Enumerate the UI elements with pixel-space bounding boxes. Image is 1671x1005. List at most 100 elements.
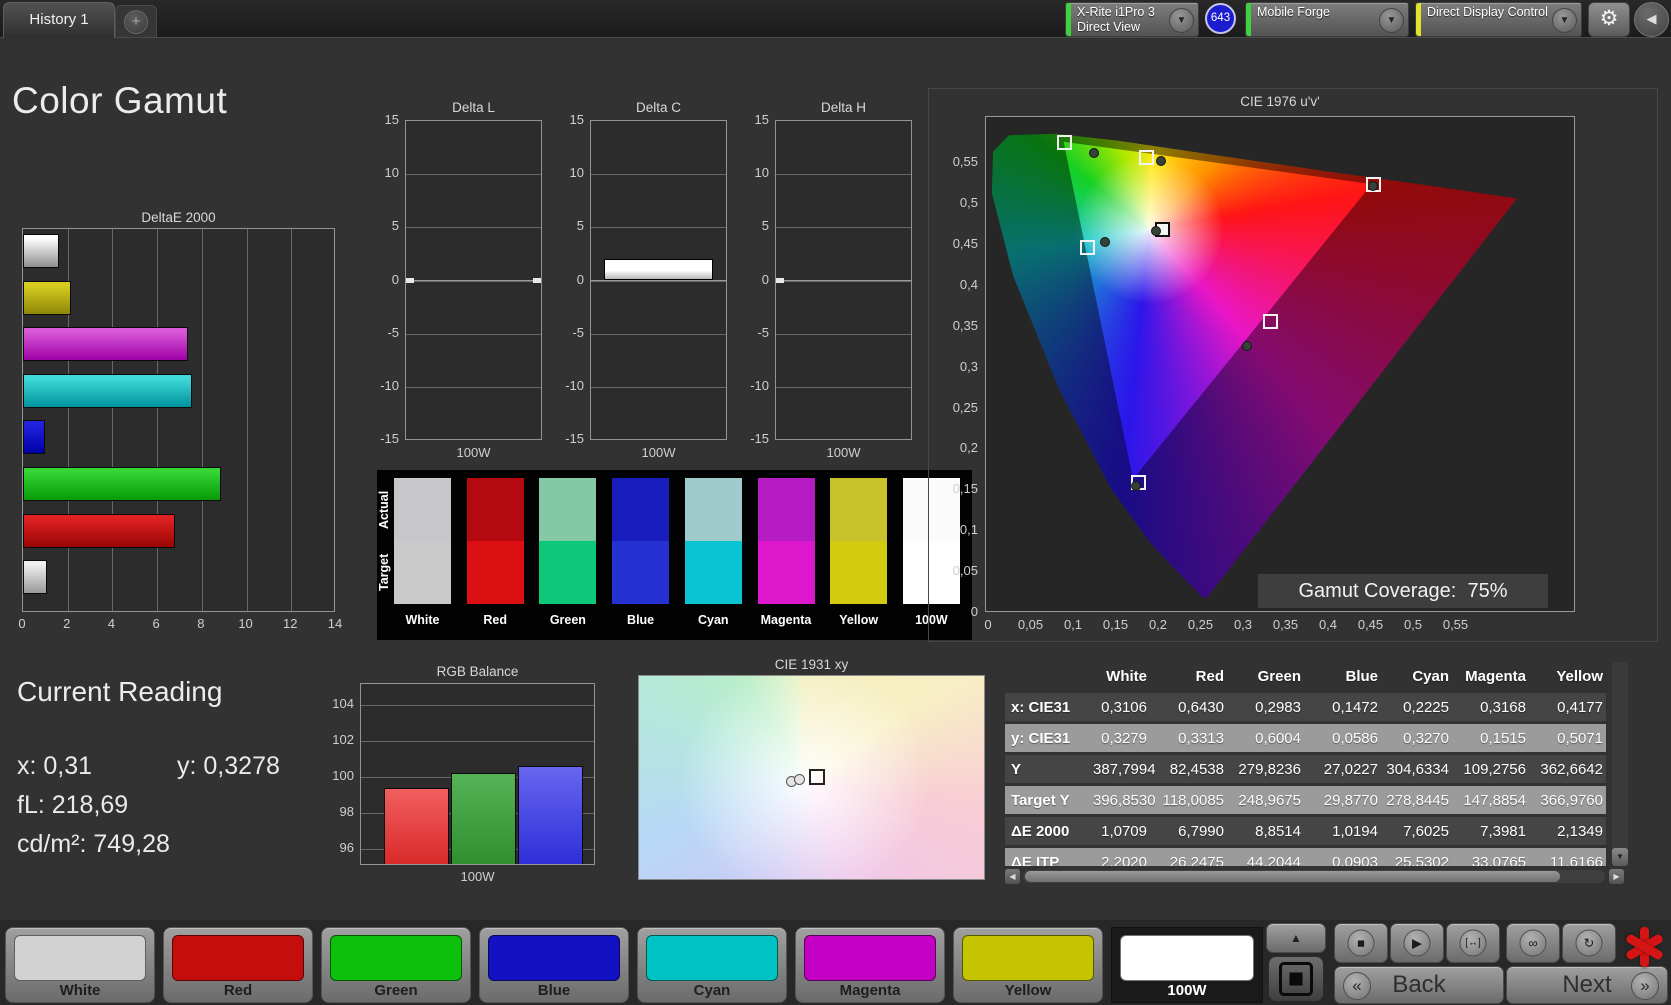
- scroll-down-icon[interactable]: ▼: [1612, 848, 1628, 866]
- cie-y-tick: 0,25: [930, 400, 978, 415]
- pattern-swatch: [962, 935, 1094, 981]
- swatch-actual-green: [539, 478, 596, 541]
- add-tab-button[interactable]: +: [115, 5, 157, 37]
- swatch-column-label: Cyan: [677, 613, 749, 627]
- cie-x-tick: 0,55: [1434, 617, 1478, 632]
- gridline: [591, 227, 726, 228]
- table-row: Target Y396,8530118,0085248,967529,87702…: [1005, 786, 1606, 814]
- table-cell: 109,2756: [1452, 761, 1529, 778]
- stop-square-icon: [1279, 962, 1313, 996]
- table-cell: 0,2983: [1227, 699, 1304, 716]
- next-chevrons-icon: »: [1631, 972, 1659, 1000]
- cie-x-tick: 0,1: [1051, 617, 1095, 632]
- scroll-left-icon[interactable]: ◀: [1005, 869, 1020, 884]
- chevron-down-icon[interactable]: ▼: [1552, 8, 1577, 33]
- collapse-left-icon[interactable]: ◀: [1634, 2, 1669, 37]
- target-row-label: Target: [377, 541, 393, 604]
- table-row: ΔE 20001,07096,79908,85141,01947,60257,3…: [1005, 817, 1606, 845]
- rgb-balance-category: 100W: [360, 869, 595, 884]
- scrollbar-thumb[interactable]: [1025, 871, 1560, 882]
- actual-row-label: Actual: [377, 478, 393, 541]
- display-control-dropdown[interactable]: Direct Display Control ▼: [1415, 2, 1582, 37]
- transport-refresh-button[interactable]: ↻: [1562, 923, 1616, 963]
- chevron-down-icon[interactable]: ▼: [1169, 8, 1194, 33]
- transport-step-button[interactable]: [↔]: [1446, 923, 1500, 963]
- chevron-down-icon[interactable]: ▼: [1379, 8, 1404, 33]
- cie-x-tick: 0: [966, 617, 1010, 632]
- table-row-label: Y: [1005, 761, 1093, 778]
- table-cell: 7,3981: [1452, 823, 1529, 840]
- tab-history[interactable]: History 1: [3, 2, 115, 38]
- delta-y-tick: 5: [733, 218, 769, 233]
- pattern-label: Red: [164, 982, 312, 999]
- swatch-target-cyan: [685, 541, 742, 604]
- pattern-button-white[interactable]: White: [5, 927, 155, 1003]
- table-cell: 0,3313: [1150, 730, 1227, 747]
- pattern-button-100w[interactable]: 100W: [1111, 927, 1263, 1003]
- recording-asterisk-icon: [1622, 925, 1666, 969]
- rgb-balance-chart: [360, 683, 595, 865]
- swatch-target-green: [539, 541, 596, 604]
- transport-play-button[interactable]: ▶: [1390, 923, 1444, 963]
- zero-mark: [406, 278, 414, 283]
- table-cell: 396,8530: [1093, 792, 1150, 809]
- pattern-button-green[interactable]: Green: [321, 927, 471, 1003]
- cie-y-tick: 0,3: [930, 359, 978, 374]
- scroll-right-icon[interactable]: ▶: [1609, 869, 1624, 884]
- pattern-window-up-button[interactable]: ▲: [1266, 923, 1326, 953]
- current-reading-title: Current Reading: [17, 676, 222, 708]
- transport-infinity-button[interactable]: ∞: [1506, 923, 1560, 963]
- table-cell: 0,3270: [1381, 730, 1452, 747]
- table-cell: 44,2044: [1227, 854, 1304, 867]
- cie-y-tick: 0,35: [930, 318, 978, 333]
- meter-name: X-Rite i1Pro 3: [1077, 5, 1155, 19]
- rgb-y-tick: 104: [318, 696, 354, 711]
- pattern-button-cyan[interactable]: Cyan: [637, 927, 787, 1003]
- meter-count-badge: 643: [1205, 3, 1236, 34]
- table-cell: 27,0227: [1304, 761, 1381, 778]
- table-column-header: White: [1093, 668, 1150, 685]
- swatch-column-label: White: [387, 613, 459, 627]
- delta-y-tick: 15: [363, 112, 399, 127]
- pattern-label: Magenta: [796, 982, 944, 999]
- source-status-stripe: [1246, 3, 1251, 36]
- deltae-x-tick: 6: [141, 616, 171, 631]
- delta-y-tick: -15: [733, 431, 769, 446]
- next-button[interactable]: Next »: [1506, 966, 1668, 1004]
- rgb-y-tick: 100: [318, 768, 354, 783]
- meter-status-stripe: [1066, 3, 1071, 36]
- table-row: x: CIE310,31060,64300,29830,14720,22250,…: [1005, 693, 1606, 721]
- source-dropdown[interactable]: Mobile Forge ▼: [1245, 2, 1409, 37]
- transport-stop-button[interactable]: ■: [1334, 923, 1388, 963]
- swatch-target-blue: [612, 541, 669, 604]
- swatch-actual-magenta: [758, 478, 815, 541]
- pattern-stop-button[interactable]: [1268, 956, 1324, 1002]
- pattern-button-magenta[interactable]: Magenta: [795, 927, 945, 1003]
- gamut-coverage-value: 75%: [1467, 580, 1507, 602]
- delta-h-chart: [775, 120, 912, 440]
- deltae-bar-red: [23, 514, 175, 548]
- table-column-header: Green: [1227, 668, 1304, 685]
- table-cell: 6,7990: [1150, 823, 1227, 840]
- swatch-column-label: Green: [532, 613, 604, 627]
- gridline: [776, 387, 911, 388]
- gridline: [361, 741, 594, 742]
- zero-line: [591, 280, 726, 281]
- pattern-button-red[interactable]: Red: [163, 927, 313, 1003]
- table-cell: 11,6166: [1529, 854, 1606, 867]
- pattern-button-blue[interactable]: Blue: [479, 927, 629, 1003]
- cie-x-tick: 0,3: [1221, 617, 1265, 632]
- cie-target-marker-magenta: [1263, 314, 1278, 329]
- gear-icon[interactable]: ⚙: [1588, 2, 1630, 37]
- table-horizontal-scrollbar[interactable]: [1023, 870, 1605, 883]
- pattern-label: 100W: [1112, 982, 1262, 999]
- deltae-x-tick: 10: [231, 616, 261, 631]
- pattern-button-yellow[interactable]: Yellow: [953, 927, 1103, 1003]
- deltae-x-tick: 12: [275, 616, 305, 631]
- table-vertical-scrollbar[interactable]: ▼: [1612, 662, 1628, 866]
- reading-cdm2: cd/m²: 749,28: [17, 830, 170, 859]
- table-cell: 304,6334: [1381, 761, 1452, 778]
- back-button[interactable]: « Back: [1334, 966, 1504, 1004]
- meter-dropdown[interactable]: X-Rite i1Pro 3 Direct View ▼: [1065, 2, 1199, 37]
- gridline: [591, 387, 726, 388]
